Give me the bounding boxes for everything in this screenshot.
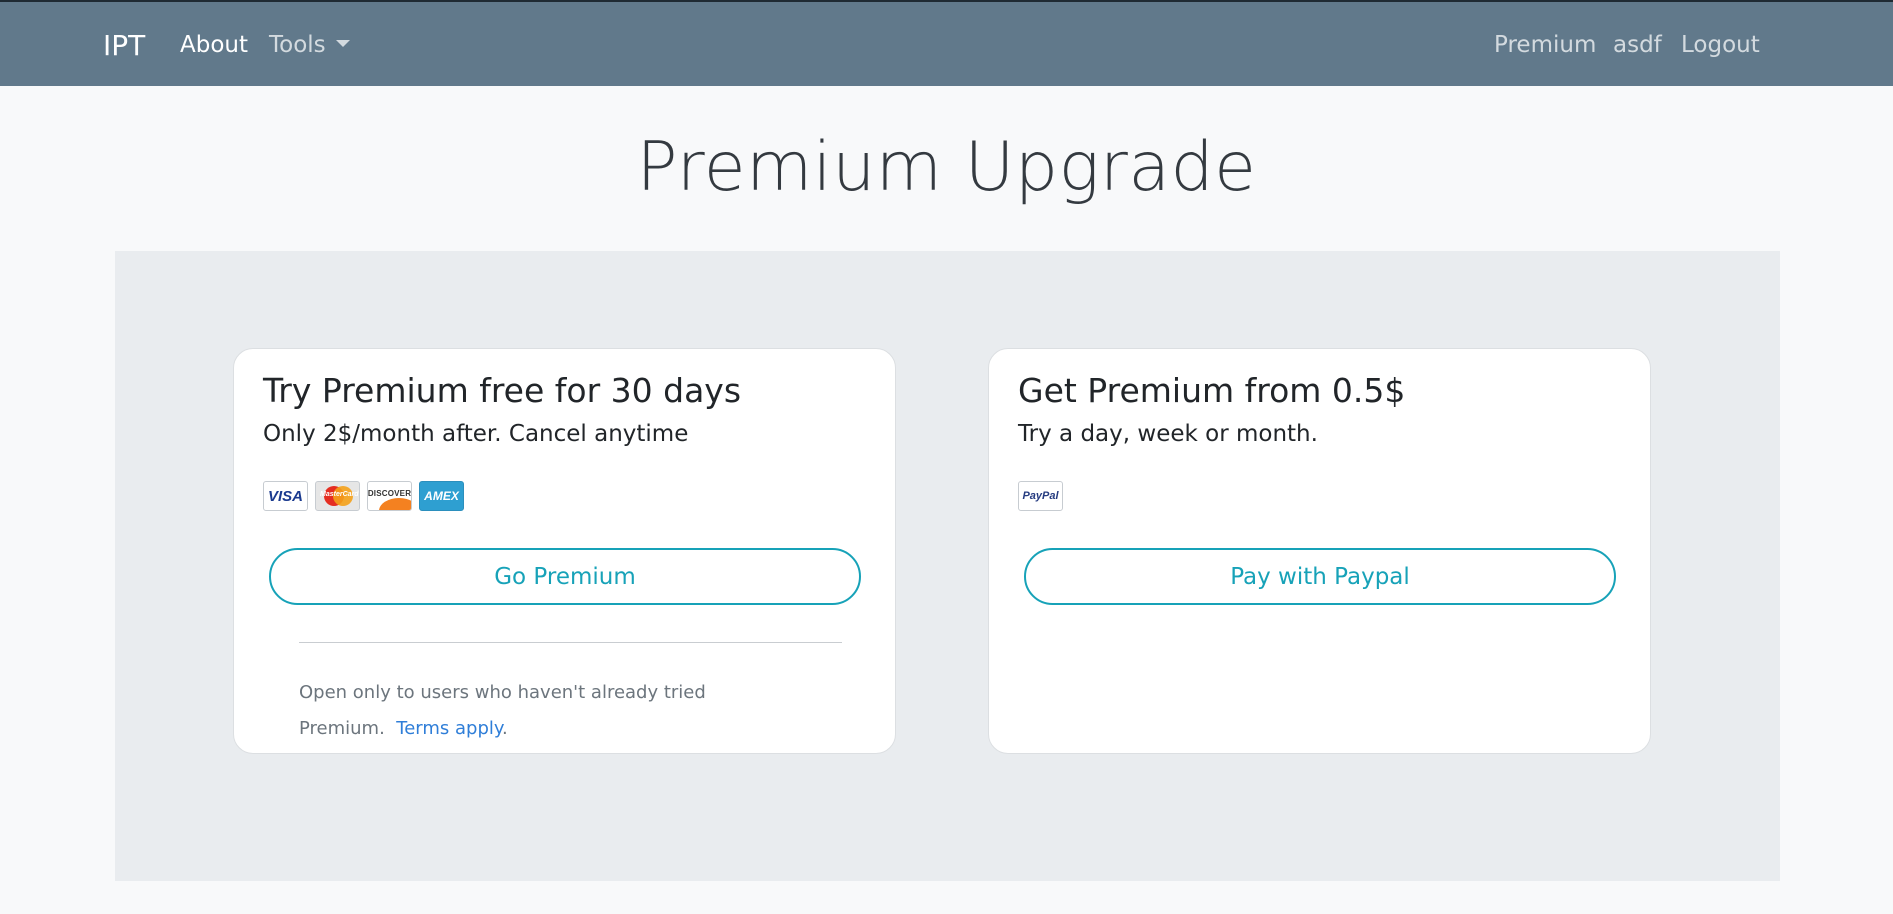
fine-print-end: . (501, 718, 508, 739)
fine-print: Open only to users who haven't already t… (299, 675, 859, 747)
nav-tools-dropdown[interactable]: Tools (269, 32, 350, 58)
payment-methods: VISA MasterCard DISCOVER AMEX (263, 481, 464, 511)
card-subtitle: Try a day, week or month. (1018, 421, 1318, 447)
nav-about-link[interactable]: About (180, 32, 248, 58)
navbar: IPT About Tools Premium asdf Logout (0, 2, 1893, 86)
pay-with-paypal-button[interactable]: Pay with Paypal (1024, 548, 1616, 605)
mastercard-logo-text: MasterCard (320, 491, 359, 498)
amex-icon: AMEX (419, 481, 464, 511)
divider (299, 642, 842, 643)
payment-methods: PayPal (1018, 481, 1063, 511)
discover-logo-text: DISCOVER (367, 488, 412, 498)
card-title: Get Premium from 0.5$ (1018, 371, 1406, 410)
nav-tools-label: Tools (269, 32, 326, 58)
paypal-logo-text: PayPal (1022, 490, 1059, 502)
visa-logo-text: VISA (267, 487, 303, 505)
nav-premium-link[interactable]: Premium (1494, 32, 1596, 58)
paypal-card: Get Premium from 0.5$ Try a day, week or… (988, 348, 1651, 754)
brand-link[interactable]: IPT (103, 29, 145, 62)
page-title: Premium Upgrade (636, 128, 1257, 207)
mastercard-icon: MasterCard (315, 481, 360, 511)
go-premium-button[interactable]: Go Premium (269, 548, 861, 605)
card-title: Try Premium free for 30 days (263, 371, 742, 410)
paypal-icon: PayPal (1018, 481, 1063, 511)
discover-swoosh (379, 498, 411, 510)
visa-icon: VISA (263, 481, 308, 511)
discover-icon: DISCOVER (367, 481, 412, 511)
nav-user-link[interactable]: asdf (1613, 32, 1662, 58)
chevron-down-icon (335, 40, 350, 47)
card-subtitle: Only 2$/month after. Cancel anytime (263, 421, 689, 447)
free-trial-card: Try Premium free for 30 days Only 2$/mon… (233, 348, 896, 754)
terms-link[interactable]: Terms apply (396, 718, 502, 739)
amex-logo-text: AMEX (424, 489, 459, 503)
nav-logout-link[interactable]: Logout (1681, 32, 1760, 58)
